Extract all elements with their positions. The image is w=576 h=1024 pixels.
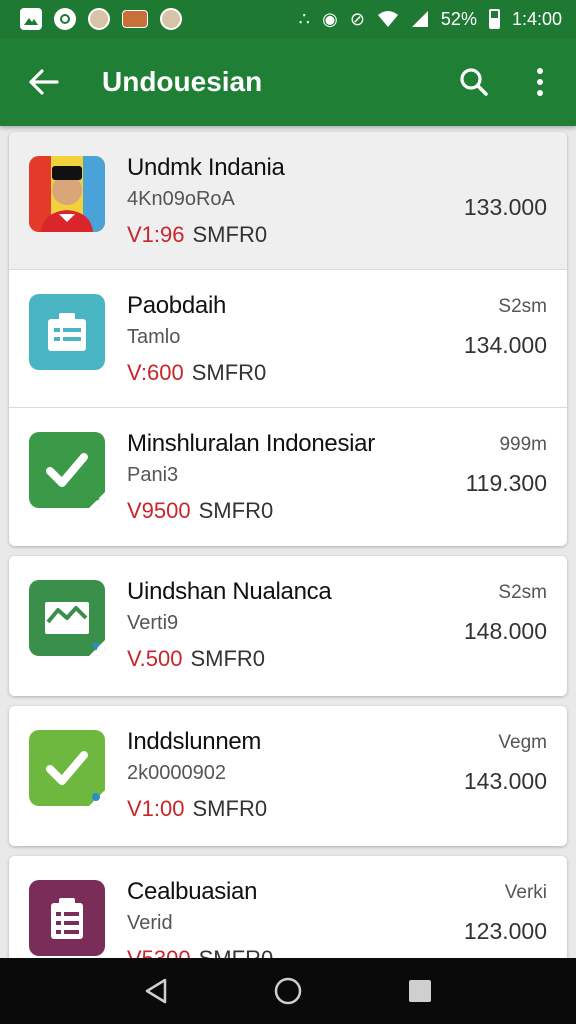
list-item[interactable]: Paobdaih Tamlo V:600 SMFR0 S2sm 134.000 [9, 270, 567, 408]
clipboard-list-icon [29, 294, 105, 370]
nav-home-button[interactable] [264, 967, 312, 1015]
item-subtitle: Pani3 [127, 464, 179, 486]
search-icon [460, 68, 488, 96]
item-amount: 119.300 [465, 470, 547, 496]
more-vertical-icon [537, 68, 543, 96]
item-meta: S2sm [498, 582, 547, 603]
status-bar: ∴ ◉ ⊘ 52% 1:4:00 [0, 0, 576, 38]
list-item[interactable]: Minshluralan Indonesiar Pani3 V9500 SMFR0… [9, 408, 567, 546]
more-options-button[interactable] [518, 60, 562, 104]
item-price-row: V.500 SMFR0 [127, 646, 265, 672]
back-button[interactable] [22, 60, 66, 104]
nav-recents-button[interactable] [396, 967, 444, 1015]
item-price: V.500 [127, 646, 183, 671]
avatar-notification-icon-2 [160, 8, 182, 30]
app-notification-icon [54, 8, 76, 30]
triangle-back-icon [145, 978, 167, 1004]
item-title: Cealbuasian [127, 878, 258, 905]
item-subtitle: Verid [127, 912, 173, 934]
app-bar: Undouesian [0, 38, 576, 126]
item-title: Uindshan Nualanca [127, 578, 332, 605]
list-item[interactable]: Uindshan Nualanca Verti9 V.500 SMFR0 S2sm… [9, 556, 567, 696]
item-title: Minshluralan Indonesiar [127, 430, 375, 457]
item-currency: SMFR0 [198, 498, 274, 523]
checkmark-icon [29, 730, 105, 806]
page-title: Undouesian [102, 66, 263, 97]
item-price-row: V1:00 SMFR0 [127, 796, 267, 822]
item-subtitle: Tamlo [127, 326, 181, 348]
battery-icon [488, 9, 500, 29]
item-amount: 133.000 [463, 194, 547, 220]
list-card: Cealbuasian Verid V5300 SMFR0 Verki 123.0… [9, 856, 567, 958]
item-price: V5300 [127, 946, 191, 958]
item-currency: SMFR0 [192, 796, 268, 821]
item-title: Paobdaih [127, 292, 227, 319]
list-item[interactable]: Cealbuasian Verid V5300 SMFR0 Verki 123.0… [9, 856, 567, 958]
item-subtitle: 4Kn09oRoA [127, 188, 235, 210]
item-currency: SMFR0 [191, 360, 267, 385]
mail-chart-icon [29, 580, 105, 656]
list-item[interactable]: Undmk Indania 4Kn09oRoA V1:96 SMFR0 133.0… [9, 132, 567, 270]
item-amount: 143.000 [463, 768, 547, 794]
portrait-photo-icon [29, 156, 105, 232]
image-notification-icon [20, 8, 42, 30]
list-card: Inddslunnem 2k0000902 V1:00 SMFR0 Vegm 14… [9, 706, 567, 846]
app-list: Undmk Indania 4Kn09oRoA V1:96 SMFR0 133.0… [0, 126, 576, 958]
item-title: Inddslunnem [127, 728, 262, 755]
signal-icon [411, 11, 428, 27]
item-price: V:600 [127, 360, 184, 385]
item-meta: 999m [499, 434, 547, 455]
nav-back-button[interactable] [132, 967, 180, 1015]
avatar-notification-icon [88, 8, 110, 30]
search-button[interactable] [452, 60, 496, 104]
item-currency: SMFR0 [190, 646, 266, 671]
nfc-icon: ∴ [298, 8, 311, 29]
item-amount: 123.000 [463, 918, 547, 944]
item-price-row: V1:96 SMFR0 [127, 222, 267, 248]
system-nav-bar [0, 958, 576, 1024]
clipboard-list-icon [29, 880, 105, 956]
item-currency: SMFR0 [199, 946, 274, 958]
item-subtitle: Verti9 [127, 612, 179, 634]
item-price: V1:96 [127, 222, 185, 247]
status-system: ∴ ◉ ⊘ 52% 1:4:00 [299, 9, 562, 30]
item-amount: 148.000 [463, 618, 547, 644]
item-price: V1:00 [127, 796, 185, 821]
item-price-row: V5300 SMFR0 [127, 946, 273, 958]
circle-home-icon [274, 977, 302, 1005]
item-title: Undmk Indania [127, 154, 285, 181]
arrow-left-icon [29, 69, 59, 95]
item-price-row: V:600 SMFR0 [127, 360, 266, 386]
do-not-disturb-icon: ⊘ [349, 8, 365, 29]
item-meta: Verki [504, 882, 547, 903]
battery-percent: 52% [440, 8, 477, 29]
item-price: V9500 [127, 498, 191, 523]
item-currency: SMFR0 [192, 222, 268, 247]
square-recents-icon [409, 980, 431, 1002]
checkmark-icon [29, 432, 105, 508]
item-meta: Vegm [498, 732, 547, 753]
item-amount: 134.000 [463, 332, 547, 358]
item-meta: S2sm [498, 296, 547, 317]
wifi-icon [377, 11, 398, 27]
list-item[interactable]: Inddslunnem 2k0000902 V1:00 SMFR0 Vegm 14… [9, 706, 567, 846]
status-notifications [20, 8, 182, 30]
vibrate-icon: ◉ [322, 8, 338, 29]
list-group: Undmk Indania 4Kn09oRoA V1:96 SMFR0 133.0… [9, 132, 567, 546]
item-price-row: V9500 SMFR0 [127, 498, 273, 524]
card-notification-icon [122, 10, 148, 28]
clock: 1:4:00 [511, 8, 562, 29]
item-subtitle: 2k0000902 [127, 762, 226, 784]
list-card: Uindshan Nualanca Verti9 V.500 SMFR0 S2sm… [9, 556, 567, 696]
